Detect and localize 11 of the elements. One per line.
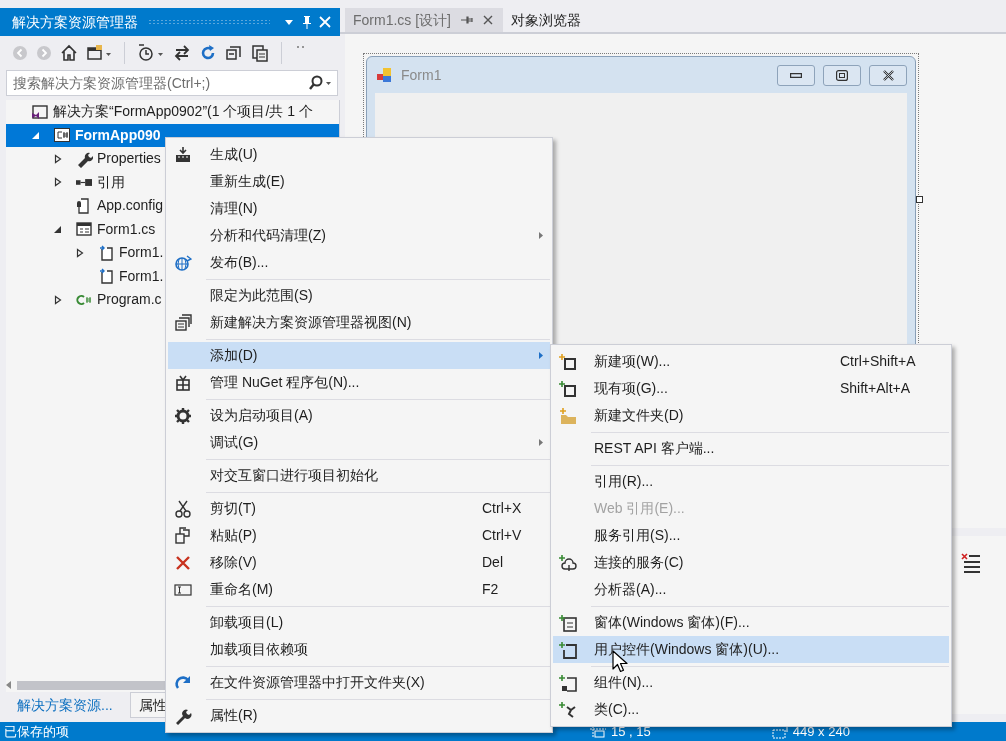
shortcut-text: Ctrl+Shift+A (840, 352, 917, 371)
cursor-position: 15 , 15 (611, 722, 651, 741)
shortcut-text: Del (482, 553, 504, 572)
panel-title: 解决方案资源管理器 (12, 12, 138, 32)
form-title: Form1 (401, 65, 443, 85)
shortcut-text: Shift+Alt+A (840, 379, 912, 398)
shortcut-text: Ctrl+X (482, 499, 523, 518)
form-size: 449 x 240 (792, 722, 850, 741)
shortcut-text: F2 (482, 580, 500, 599)
shortcut-text: Ctrl+V (482, 526, 523, 545)
status-message: 已保存的项 (4, 722, 69, 741)
